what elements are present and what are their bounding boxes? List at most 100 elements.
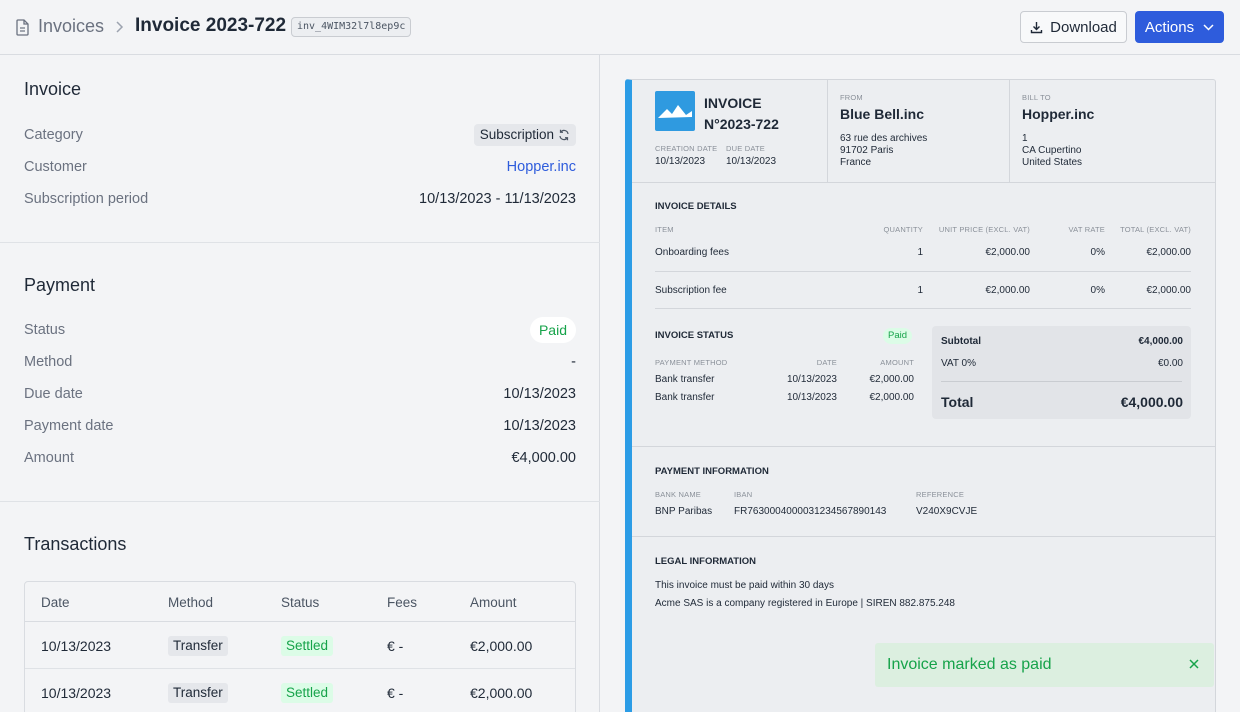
- doc-title: INVOICE N°2023-722: [704, 93, 814, 135]
- customer-row: Customer Hopper.inc: [24, 156, 576, 180]
- legal-line: Acme SAS is a company registered in Euro…: [655, 598, 955, 609]
- period-row: Subscription period 10/13/2023 - 11/13/2…: [24, 188, 576, 212]
- table-header: Date Method Status Fees Amount: [25, 582, 575, 622]
- amount-value: €4,000.00: [511, 450, 576, 466]
- doc-title-line2: N°2023-722: [704, 116, 779, 132]
- subtotal-value: €4,000.00: [1138, 336, 1184, 347]
- legal-information-title: LEGAL INFORMATION: [655, 556, 756, 567]
- col-payment-amount: AMOUNT: [880, 358, 914, 367]
- vat-label: VAT 0%: [941, 358, 977, 369]
- transactions-table: Date Method Status Fees Amount 10/13/202…: [24, 581, 576, 712]
- totals-box: Subtotal €4,000.00 VAT 0% €0.00 Total €4…: [932, 326, 1191, 419]
- breadcrumb-invoices[interactable]: Invoices: [38, 16, 104, 37]
- payment-date-row: Payment date 10/13/2023: [24, 415, 576, 439]
- line-total: €2,000.00: [1146, 247, 1192, 258]
- line-item: Subscription fee: [655, 285, 727, 296]
- invoice-status-title: INVOICE STATUS: [655, 330, 734, 341]
- line-unit: €2,000.00: [985, 285, 1031, 296]
- col-payment-date: DATE: [816, 358, 837, 367]
- tx-status: Settled: [281, 636, 334, 656]
- download-label: Download: [1050, 18, 1117, 36]
- line-vat: 0%: [1090, 247, 1105, 258]
- due-date-label: Due date: [24, 386, 83, 402]
- divider: [655, 308, 1191, 309]
- bill-to-name: Hopper.inc: [1022, 106, 1095, 122]
- section-divider: [0, 242, 600, 243]
- category-row: Category Subscription: [24, 124, 576, 148]
- creation-date-value: 10/13/2023: [655, 156, 706, 167]
- col-status: Status: [281, 595, 320, 610]
- col-payment-method: PAYMENT METHOD: [655, 358, 728, 367]
- status-row: Status Paid: [24, 317, 576, 343]
- divider: [655, 271, 1191, 272]
- due-date-value: 10/13/2023: [503, 386, 576, 402]
- tx-date: 10/13/2023: [41, 638, 112, 654]
- total-label: Total: [941, 394, 974, 410]
- divider: [1009, 80, 1010, 182]
- payment-amount: €2,000.00: [869, 374, 915, 385]
- document-icon: [16, 19, 29, 36]
- transactions-section-title: Transactions: [24, 534, 127, 554]
- tx-amount: €2,000.00: [470, 685, 533, 701]
- col-unit-price: UNIT PRICE (EXCL. VAT): [938, 225, 1030, 234]
- payment-date: 10/13/2023: [786, 392, 837, 403]
- payment-date-label: Payment date: [24, 418, 114, 434]
- category-label: Category: [24, 127, 83, 143]
- page-header: Invoices Invoice 2023-722 inv_4WIM32l7l8…: [0, 0, 1240, 55]
- customer-link[interactable]: Hopper.inc: [507, 159, 576, 175]
- tx-status: Settled: [281, 683, 334, 703]
- bill-to-label: BILL TO: [1022, 93, 1051, 102]
- details-panel: Invoice Category Subscription Customer H…: [0, 55, 600, 712]
- line-total: €2,000.00: [1146, 285, 1192, 296]
- payment-date: 10/13/2023: [786, 374, 837, 385]
- invoice-details-title: INVOICE DETAILS: [655, 201, 737, 212]
- customer-label: Customer: [24, 159, 87, 175]
- method-value: -: [571, 354, 576, 370]
- invoice-id-badge: inv_4WIM32l7l8ep9c: [291, 17, 412, 37]
- col-fees: Fees: [387, 595, 418, 610]
- download-icon: [1030, 21, 1043, 33]
- toast-message: Invoice marked as paid: [887, 656, 1052, 673]
- category-badge: Subscription: [473, 124, 576, 146]
- bank-name-label: BANK NAME: [655, 490, 701, 499]
- invoice-section-title: Invoice: [24, 79, 82, 99]
- due-date-row: Due date 10/13/2023: [24, 383, 576, 407]
- table-row[interactable]: 10/13/2023 Transfer Settled € - €2,000.0…: [25, 669, 575, 712]
- from-label: FROM: [840, 93, 863, 102]
- tx-fees: € -: [387, 638, 404, 654]
- actions-button[interactable]: Actions: [1135, 11, 1224, 43]
- due-date-label: DUE DATE: [726, 144, 765, 153]
- iban-value: FR7630004000031234567890143: [734, 506, 887, 517]
- line-item: Onboarding fees: [655, 247, 729, 258]
- invoice-document-preview: INVOICE N°2023-722 CREATION DATE 10/13/2…: [625, 79, 1216, 712]
- due-date-value: 10/13/2023: [726, 156, 777, 167]
- col-date: Date: [41, 595, 70, 610]
- from-address-line: France: [840, 157, 872, 168]
- line-qty: 1: [917, 285, 923, 296]
- creation-date-label: CREATION DATE: [655, 144, 718, 153]
- vat-value: €0.00: [1157, 358, 1183, 369]
- payment-amount: €2,000.00: [869, 392, 915, 403]
- tx-fees: € -: [387, 685, 404, 701]
- payment-method: Bank transfer: [655, 374, 715, 385]
- reference-label: REFERENCE: [916, 490, 965, 499]
- close-icon[interactable]: [1188, 658, 1200, 670]
- success-toast: Invoice marked as paid: [875, 643, 1214, 687]
- divider: [827, 80, 828, 182]
- col-method: Method: [168, 595, 214, 610]
- tx-method: Transfer: [168, 683, 228, 703]
- divider: [632, 182, 1216, 183]
- divider: [632, 446, 1216, 447]
- status-label: Status: [24, 322, 66, 338]
- col-amount: Amount: [470, 595, 517, 610]
- amount-label: Amount: [24, 450, 74, 466]
- method-row: Method -: [24, 351, 576, 375]
- reference-value: V240X9CVJE: [916, 506, 978, 517]
- download-button[interactable]: Download: [1020, 11, 1127, 43]
- line-unit: €2,000.00: [985, 247, 1031, 258]
- doc-title-line1: INVOICE: [704, 95, 762, 111]
- payment-information-title: PAYMENT INFORMATION: [655, 466, 769, 477]
- total-value: €4,000.00: [1120, 394, 1183, 410]
- method-label: Method: [24, 354, 73, 370]
- table-row[interactable]: 10/13/2023 Transfer Settled € - €2,000.0…: [25, 622, 575, 669]
